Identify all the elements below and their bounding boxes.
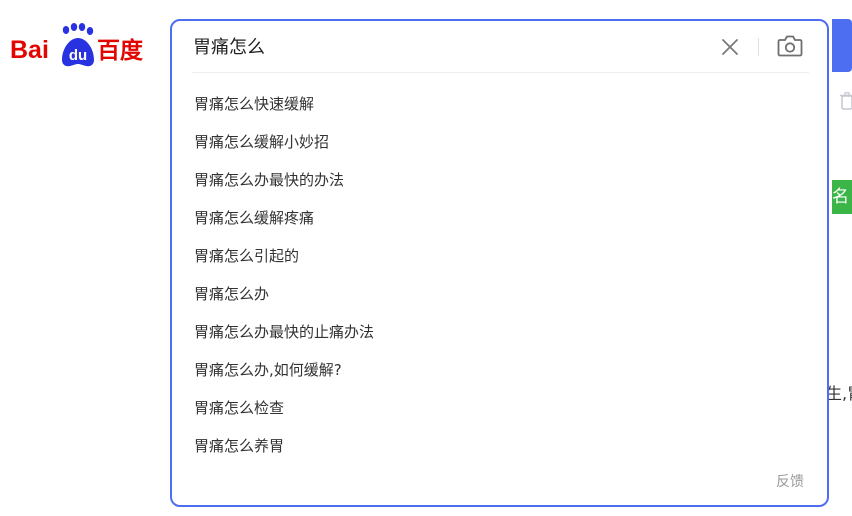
suggestion-item[interactable]: 胃痛怎么养胃 <box>172 431 827 469</box>
camera-icon[interactable] <box>776 33 804 59</box>
suggestion-text: 胃痛怎么办最快的止痛办法 <box>194 323 375 341</box>
suggestion-item[interactable]: 胃痛怎么办 <box>172 279 827 317</box>
suggestion-item[interactable]: 胃痛怎么快速缓解 <box>172 89 827 127</box>
feedback-link[interactable]: 反馈 <box>776 472 804 492</box>
suggestion-text: 胃痛怎么办,如何缓解? <box>194 361 342 379</box>
query-row <box>172 21 827 74</box>
trash-icon <box>840 92 852 110</box>
suggestion-item[interactable]: 胃痛怎么引起的 <box>172 241 827 279</box>
background-green-tag: 名 <box>832 180 852 214</box>
suggestion-text: 胃痛怎么缓解小妙招 <box>194 133 330 151</box>
baidu-logo[interactable]: Bai du 百度 <box>8 22 153 72</box>
suggestion-text: 胃痛怎么检查 <box>194 399 285 417</box>
suggestion-text: 胃痛怎么办最快的办法 <box>194 171 345 189</box>
input-divider <box>758 38 759 56</box>
suggestion-item[interactable]: 胃痛怎么办最快的办法 <box>172 165 827 203</box>
suggestion-text: 胃痛怎么快速缓解 <box>194 95 315 113</box>
suggestion-item[interactable]: 胃痛怎么办最快的止痛办法 <box>172 317 827 355</box>
search-button-edge[interactable] <box>832 19 852 72</box>
suggestion-item[interactable]: 胃痛怎么办,如何缓解? <box>172 355 827 393</box>
close-icon[interactable] <box>718 35 742 59</box>
logo-text-cn: 百度 <box>97 37 144 64</box>
suggestion-item[interactable]: 胃痛怎么缓解小妙招 <box>172 127 827 165</box>
paw-toe-4 <box>86 27 94 35</box>
suggestion-text: 胃痛怎么办 <box>194 285 270 303</box>
suggestion-list: 胃痛怎么快速缓解 胃痛怎么缓解小妙招 胃痛怎么办最快的办法 胃痛怎么缓解疼痛 胃… <box>172 89 827 469</box>
suggestion-text: 胃痛怎么缓解疼痛 <box>194 209 315 227</box>
paw-toe-1 <box>62 26 70 34</box>
suggestion-item[interactable]: 胃痛怎么检查 <box>172 393 827 431</box>
paw-toe-2 <box>70 23 78 31</box>
suggestion-item[interactable]: 胃痛怎么缓解疼痛 <box>172 203 827 241</box>
logo-text-bai: Bai <box>10 36 49 64</box>
search-box: 胃痛怎么快速缓解 胃痛怎么缓解小妙招 胃痛怎么办最快的办法 胃痛怎么缓解疼痛 胃… <box>170 19 829 507</box>
suggestion-text: 胃痛怎么养胃 <box>194 437 285 455</box>
background-green-tag-text: 名 <box>832 187 849 207</box>
paw-toe-3 <box>78 23 86 31</box>
background-text-fragment: 生,胃 <box>826 384 852 403</box>
input-suggestions-divider <box>192 72 809 73</box>
search-input[interactable] <box>193 34 693 62</box>
page: Bai du 百度 名 生, 胃痛怎么 胃痛怎么快速缓解 胃痛怎么缓解小妙招 胃… <box>0 0 852 516</box>
logo-text-du: du <box>69 47 87 64</box>
suggestion-text: 胃痛怎么引起的 <box>194 247 300 265</box>
